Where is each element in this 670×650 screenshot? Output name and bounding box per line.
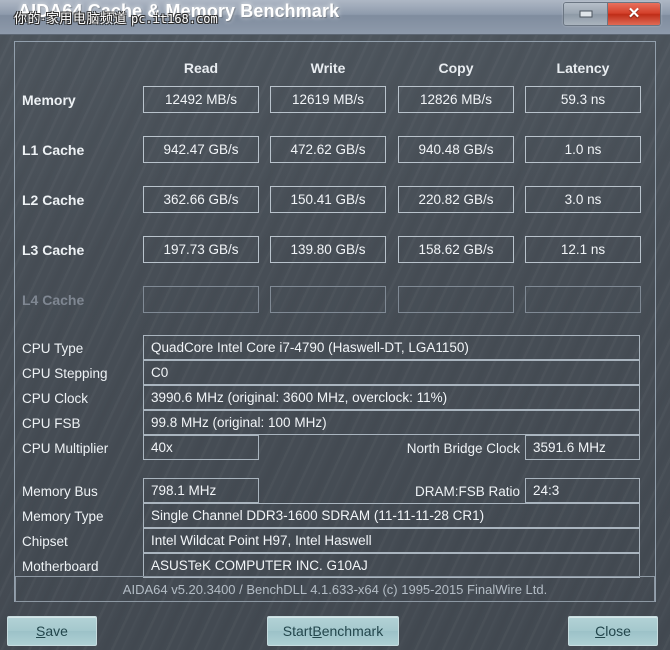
label-memory-type: Memory Type — [22, 509, 104, 524]
cell-memory-read: 12492 MB/s — [143, 86, 259, 113]
label-cpu-stepping: CPU Stepping — [22, 366, 108, 381]
cell-l1-read: 942.47 GB/s — [143, 136, 259, 163]
field-memory-bus: 798.1 MHz — [143, 478, 259, 503]
cell-l4-copy — [398, 286, 514, 313]
row-label-l1-cache: L1 Cache — [22, 142, 85, 158]
close-window-button[interactable]: ✕ — [608, 3, 660, 25]
close-button[interactable]: Close — [568, 616, 658, 646]
aida64-benchmark-window: AIDA64 Cache & Memory Benchmark ✕ 你的·家用电… — [0, 0, 670, 650]
field-motherboard: ASUSTeK COMPUTER INC. G10AJ — [143, 553, 640, 578]
window-controls: ✕ — [563, 2, 661, 26]
label-memory-bus: Memory Bus — [22, 484, 98, 499]
minimize-button[interactable] — [564, 3, 608, 25]
start-benchmark-label: enchmark — [321, 623, 384, 639]
column-header-write: Write — [310, 60, 346, 76]
label-cpu-type: CPU Type — [22, 341, 84, 356]
save-button[interactable]: Save — [7, 616, 97, 646]
save-button-accel: S — [36, 623, 46, 639]
cell-l2-write: 150.41 GB/s — [270, 186, 386, 213]
field-cpu-fsb: 99.8 MHz (original: 100 MHz) — [143, 410, 640, 435]
start-benchmark-button[interactable]: Start Benchmark — [267, 616, 399, 646]
cell-l4-read — [143, 286, 259, 313]
label-cpu-multiplier: CPU Multiplier — [22, 441, 109, 456]
watermark: 你的·家用电脑频道 pc.it168.com — [14, 8, 218, 27]
cell-l3-read: 197.73 GB/s — [143, 236, 259, 263]
label-chipset: Chipset — [22, 534, 68, 549]
cell-l1-copy: 940.48 GB/s — [398, 136, 514, 163]
start-benchmark-prefix: Start — [282, 623, 313, 639]
watermark-site: pc.it168.com — [130, 12, 218, 26]
cell-memory-copy: 12826 MB/s — [398, 86, 514, 113]
cell-l2-read: 362.66 GB/s — [143, 186, 259, 213]
cell-l2-latency: 3.0 ns — [525, 186, 641, 213]
cell-l2-copy: 220.82 GB/s — [398, 186, 514, 213]
field-cpu-type: QuadCore Intel Core i7-4790 (Haswell-DT,… — [143, 335, 640, 360]
column-header-copy: Copy — [438, 60, 474, 76]
close-button-label: lose — [605, 623, 631, 639]
label-dram-fsb-ratio: DRAM:FSB Ratio — [414, 484, 520, 499]
row-label-l3-cache: L3 Cache — [22, 242, 85, 258]
field-dram-fsb-ratio: 24:3 — [525, 478, 640, 503]
row-label-l2-cache: L2 Cache — [22, 192, 85, 208]
label-cpu-clock: CPU Clock — [22, 391, 89, 406]
cell-l4-latency — [525, 286, 641, 313]
row-label-l4-cache: L4 Cache — [22, 292, 85, 308]
label-north-bridge-clock: North Bridge Clock — [406, 441, 520, 456]
cell-l1-latency: 1.0 ns — [525, 136, 641, 163]
field-cpu-stepping: C0 — [143, 360, 640, 385]
column-header-latency: Latency — [556, 60, 610, 76]
cell-memory-latency: 59.3 ns — [525, 86, 641, 113]
column-header-read: Read — [183, 60, 219, 76]
cell-l3-write: 139.80 GB/s — [270, 236, 386, 263]
close-button-accel: C — [595, 623, 606, 639]
cell-l3-latency: 12.1 ns — [525, 236, 641, 263]
cell-l4-write — [270, 286, 386, 313]
start-benchmark-accel: B — [312, 623, 322, 639]
field-north-bridge-clock: 3591.6 MHz — [525, 435, 640, 460]
cell-memory-write: 12619 MB/s — [270, 86, 386, 113]
field-cpu-clock: 3990.6 MHz (original: 3600 MHz, overcloc… — [143, 385, 640, 410]
field-cpu-multiplier: 40x — [143, 435, 259, 460]
watermark-channel: 你的·家用电脑频道 — [14, 11, 127, 26]
minimize-icon — [579, 10, 592, 18]
label-cpu-fsb: CPU FSB — [22, 416, 81, 431]
cell-l3-copy: 158.62 GB/s — [398, 236, 514, 263]
save-button-label: ave — [45, 623, 68, 639]
label-motherboard: Motherboard — [22, 559, 99, 574]
version-info: AIDA64 v5.20.3400 / BenchDLL 4.1.633-x64… — [15, 576, 655, 602]
cell-l1-write: 472.62 GB/s — [270, 136, 386, 163]
field-chipset: Intel Wildcat Point H97, Intel Haswell — [143, 528, 640, 553]
field-memory-type: Single Channel DDR3-1600 SDRAM (11-11-11… — [143, 503, 640, 528]
row-label-memory: Memory — [22, 92, 76, 108]
close-icon: ✕ — [627, 5, 641, 23]
